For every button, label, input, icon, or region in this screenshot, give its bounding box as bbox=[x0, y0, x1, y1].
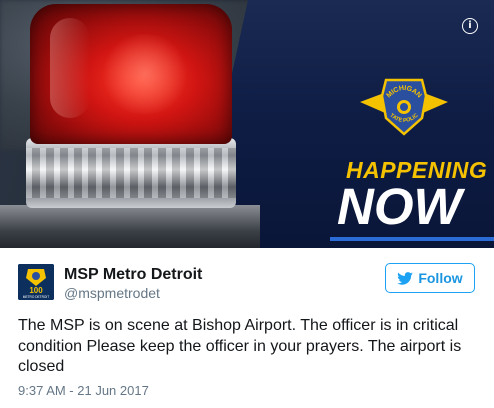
headline-underline bbox=[330, 237, 494, 241]
svg-text:100: 100 bbox=[29, 286, 43, 295]
author-display-name[interactable]: MSP Metro Detroit bbox=[64, 266, 202, 284]
follow-button-label: Follow bbox=[418, 270, 463, 286]
tweet-text: The MSP is on scene at Bishop Airport. T… bbox=[18, 317, 462, 375]
headline-now: NOW bbox=[337, 178, 462, 235]
follow-button[interactable]: Follow bbox=[385, 263, 475, 293]
avatar[interactable]: 100 METRO DETROIT bbox=[18, 264, 54, 300]
michigan-state-police-patch: MICHIGAN STATE POLICE bbox=[356, 72, 452, 142]
tweet-card: i MICHIGAN STATE POLICE HAPPENING NOW bbox=[0, 0, 494, 408]
author-handle[interactable]: @mspmetrodet bbox=[64, 285, 160, 301]
tweet-timestamp[interactable]: 9:37 AM - 21 Jun 2017 bbox=[18, 383, 149, 398]
svg-text:METRO DETROIT: METRO DETROIT bbox=[23, 295, 49, 299]
info-icon[interactable]: i bbox=[462, 18, 478, 34]
msp-badge-icon: 100 METRO DETROIT bbox=[18, 264, 54, 300]
beacon-chrome-base bbox=[26, 138, 236, 208]
twitter-bird-icon bbox=[397, 271, 414, 285]
car-roof bbox=[0, 205, 260, 248]
red-beacon-light bbox=[30, 4, 232, 144]
tweet-media-image[interactable]: i MICHIGAN STATE POLICE HAPPENING NOW bbox=[0, 0, 494, 248]
